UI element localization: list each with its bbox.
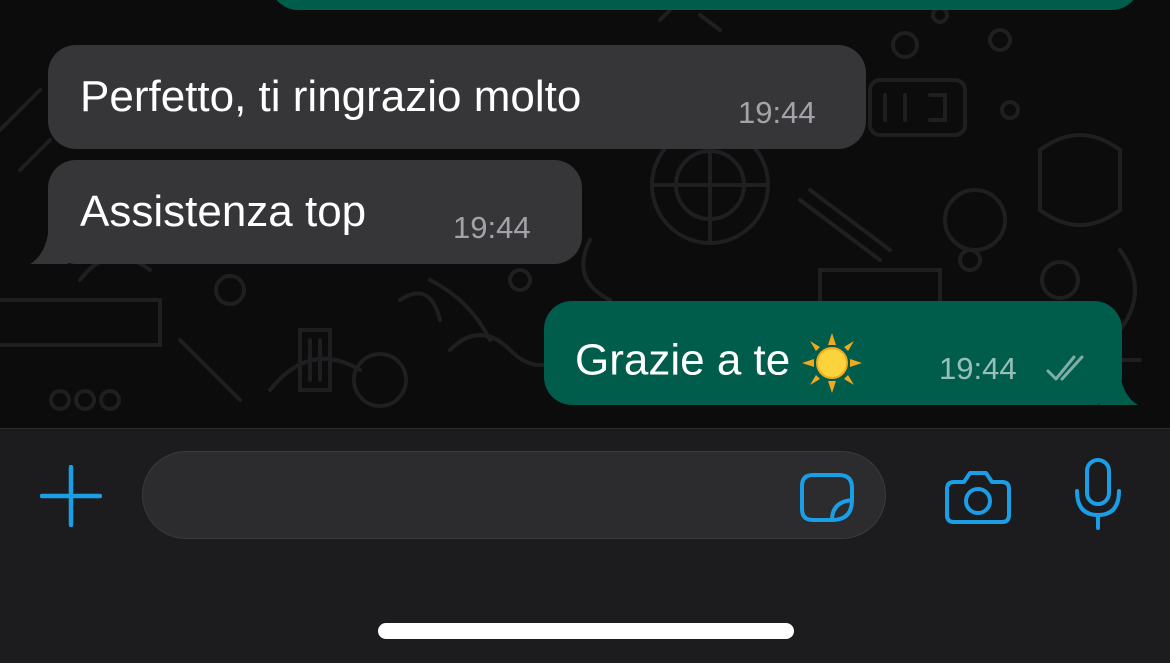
sun-emoji-icon <box>802 333 863 393</box>
message-time: 19:44 <box>738 95 816 130</box>
message-time: 19:44 <box>453 210 531 245</box>
message-text: Assistenza top <box>80 187 367 236</box>
plus-icon[interactable] <box>40 465 102 527</box>
incoming-message-bubble[interactable]: Assistenza top 19:44 <box>48 160 582 264</box>
incoming-bubble-tail <box>30 226 68 264</box>
message-text-wrap: Grazie a te <box>575 331 864 395</box>
incoming-message-bubble[interactable]: Perfetto, ti ringrazio molto 19:44 <box>48 45 866 149</box>
microphone-icon[interactable] <box>1072 457 1124 531</box>
sticker-icon[interactable] <box>799 472 855 524</box>
outgoing-message-bubble[interactable]: Grazie a te 19:44 <box>544 301 1122 405</box>
previous-outgoing-bubble <box>270 0 1140 10</box>
message-text: Grazie a te <box>575 335 791 385</box>
message-input-bar <box>0 428 1170 663</box>
camera-icon[interactable] <box>944 469 1012 525</box>
message-input-field[interactable] <box>142 451 886 539</box>
double-check-icon <box>1046 355 1084 381</box>
home-indicator <box>378 623 794 639</box>
message-time: 19:44 <box>939 351 1017 386</box>
message-text: Perfetto, ti ringrazio molto <box>80 72 582 121</box>
chat-area[interactable]: Perfetto, ti ringrazio molto 19:44 Assis… <box>0 0 1170 428</box>
outgoing-bubble-tail <box>1100 367 1138 405</box>
